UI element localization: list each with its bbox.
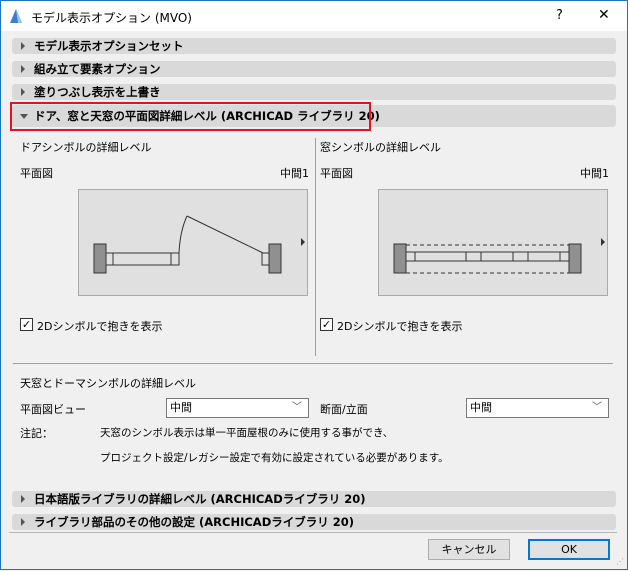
expand-arrow-icon [21, 42, 25, 50]
window-title: モデル表示オプション (MVO) [31, 11, 192, 25]
expand-arrow-icon [21, 518, 25, 526]
section-fill-override[interactable]: 塗りつぶし表示を上書き [12, 84, 616, 100]
note-label: 注記： [20, 427, 53, 440]
window-heading: 窓シンボルの詳細レベル [320, 141, 441, 154]
section-label: 組み立て要素オプション [34, 62, 161, 76]
expand-arrow-icon [21, 495, 25, 503]
section-library-other-settings[interactable]: ライブラリ部品のその他の設定 (ARCHICADライブラリ 20) [12, 514, 616, 530]
section-elevation-label: 断面/立面 [320, 403, 368, 416]
resize-grip-icon[interactable]: ⋰ [616, 557, 624, 566]
horizontal-divider [13, 363, 613, 364]
ok-button[interactable]: OK [528, 539, 610, 560]
section-elevation-select[interactable]: 中間 ﹀ [466, 398, 609, 418]
door-reveal-checkbox[interactable]: ✓ [20, 318, 33, 331]
note-line-1: 天窓のシンボル表示は単一平面屋根のみに使用する事ができ、 [100, 427, 394, 439]
section-label: 日本語版ライブラリの詳細レベル (ARCHICADライブラリ 20) [34, 492, 366, 506]
plan-view-value: 中間 [170, 401, 192, 414]
section-label: 塗りつぶし表示を上書き [34, 85, 161, 99]
window-view-label: 平面図 [320, 167, 353, 180]
section-construction-element-options[interactable]: 組み立て要素オプション [12, 61, 616, 77]
skylight-heading: 天窓とドーマシンボルの詳細レベル [20, 377, 196, 390]
section-label: ライブラリ部品のその他の設定 (ARCHICADライブラリ 20) [34, 515, 355, 529]
door-level-label: 中間1 [280, 167, 309, 180]
window-preview[interactable] [378, 189, 608, 296]
door-reveal-label: 2Dシンボルで抱きを表示 [37, 320, 163, 333]
highlight-box [10, 102, 371, 131]
section-label: モデル表示オプションセット [34, 39, 184, 53]
note-line-2: プロジェクト設定/レガシー設定で有効に設定されている必要があります。 [100, 452, 449, 464]
plan-view-select[interactable]: 中間 ﹀ [166, 398, 309, 418]
footer-divider [9, 532, 617, 533]
window-level-label: 中間1 [580, 167, 609, 180]
expand-arrow-icon [21, 65, 25, 73]
door-preview[interactable] [78, 189, 308, 296]
window-reveal-label: 2Dシンボルで抱きを表示 [337, 320, 463, 333]
chevron-down-icon: ﹀ [292, 402, 302, 413]
title-bar: モデル表示オプション (MVO) ? ✕ [1, 1, 627, 31]
plan-view-label: 平面図ビュー [20, 403, 86, 416]
mvo-dialog: モデル表示オプション (MVO) ? ✕ モデル表示オプションセット 組み立て要… [0, 0, 628, 570]
close-button[interactable]: ✕ [598, 7, 610, 23]
cancel-button[interactable]: キャンセル [428, 539, 510, 560]
section-elevation-value: 中間 [470, 401, 492, 414]
section-model-display-option-set[interactable]: モデル表示オプションセット [12, 38, 616, 54]
vertical-divider [315, 138, 316, 356]
archicad-logo-icon [10, 9, 22, 23]
help-button[interactable]: ? [556, 8, 563, 23]
chevron-down-icon: ﹀ [592, 402, 602, 413]
door-heading: ドアシンボルの詳細レベル [20, 141, 152, 154]
door-view-label: 平面図 [20, 167, 53, 180]
expand-arrow-icon [21, 88, 25, 96]
window-reveal-checkbox[interactable]: ✓ [320, 318, 333, 331]
section-japanese-library-detail[interactable]: 日本語版ライブラリの詳細レベル (ARCHICADライブラリ 20) [12, 491, 616, 507]
